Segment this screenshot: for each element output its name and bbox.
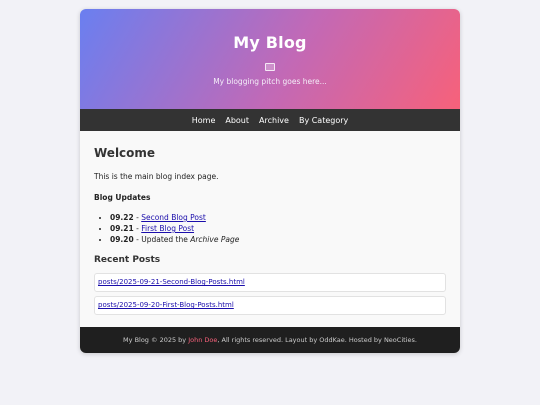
update-item: 09.22 - Second Blog Post xyxy=(110,212,446,223)
recent-post-item: posts/2025-09-20-First-Blog-Posts.html xyxy=(94,296,446,315)
page-heading: Welcome xyxy=(94,146,156,160)
page-card: My Blog My blogging pitch goes here... H… xyxy=(80,9,460,353)
hero-header: My Blog My blogging pitch goes here... xyxy=(80,9,460,109)
site-pitch: My blogging pitch goes here... xyxy=(213,77,327,86)
update-link[interactable]: Second Blog Post xyxy=(141,213,206,222)
main-nav: Home About Archive By Category xyxy=(80,109,460,131)
intro-text: This is the main blog index page. xyxy=(94,172,219,181)
recent-posts-heading: Recent Posts xyxy=(94,255,161,265)
footer-prefix: My Blog © 2025 by xyxy=(123,336,189,344)
nav-archive[interactable]: Archive xyxy=(259,116,289,125)
nav-by-category[interactable]: By Category xyxy=(299,116,348,125)
updates-list: 09.22 - Second Blog Post 09.21 - First B… xyxy=(94,212,446,245)
update-item: 09.20 - Updated the Archive Page xyxy=(110,234,446,245)
update-italic: Archive Page xyxy=(190,235,240,244)
site-title: My Blog xyxy=(233,33,307,52)
footer-suffix: , All rights reserved. Layout by OddKae.… xyxy=(217,336,417,344)
update-date: 09.22 xyxy=(110,213,134,222)
recent-post-item: posts/2025-09-21-Second-Blog-Posts.html xyxy=(94,273,446,292)
recent-post-link[interactable]: posts/2025-09-20-First-Blog-Posts.html xyxy=(98,301,234,309)
main-content: Welcome This is the main blog index page… xyxy=(80,131,460,328)
update-date: 09.21 xyxy=(110,224,134,233)
broken-image-icon xyxy=(265,63,275,71)
recent-post-link[interactable]: posts/2025-09-21-Second-Blog-Posts.html xyxy=(98,278,245,286)
update-item: 09.21 - First Blog Post xyxy=(110,223,446,234)
update-date: 09.20 xyxy=(110,235,134,244)
nav-home[interactable]: Home xyxy=(192,116,216,125)
footer-author: John Doe xyxy=(188,336,218,344)
update-text: Updated the xyxy=(141,235,191,244)
site-footer: My Blog © 2025 by John Doe, All rights r… xyxy=(80,327,460,353)
nav-about[interactable]: About xyxy=(225,116,249,125)
update-link[interactable]: First Blog Post xyxy=(141,224,194,233)
updates-heading: Blog Updates xyxy=(94,193,151,202)
